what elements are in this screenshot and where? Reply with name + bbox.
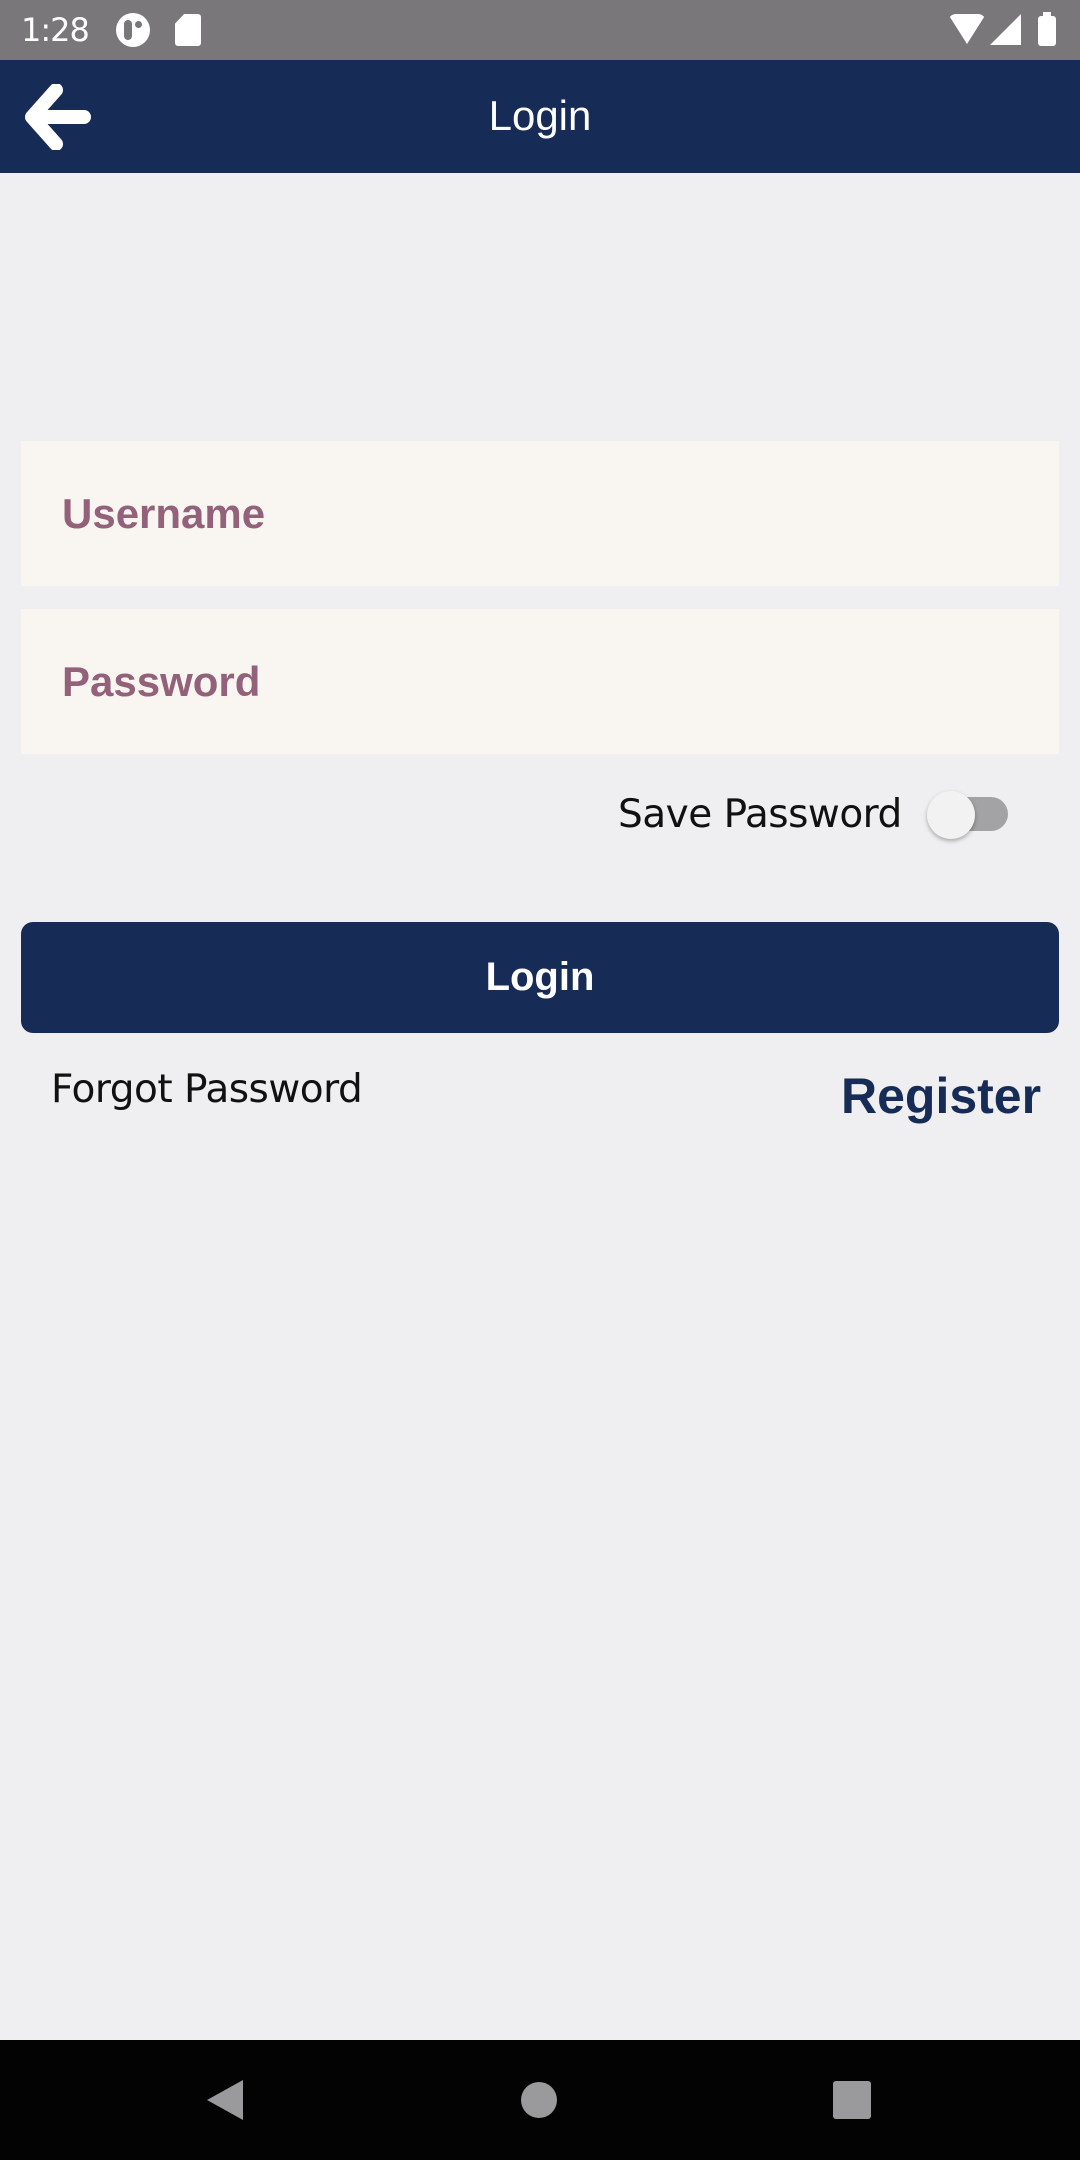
system-nav-bar <box>0 2040 1080 2160</box>
app-bar: Login <box>0 60 1080 173</box>
wifi-icon <box>948 14 986 44</box>
forgot-password-link[interactable]: Forgot Password <box>51 1066 363 1114</box>
username-field[interactable] <box>21 441 1059 586</box>
page-title: Login <box>488 92 592 139</box>
app-notification-icon <box>116 13 150 47</box>
cell-signal-icon <box>990 14 1021 45</box>
password-input[interactable] <box>21 609 1059 754</box>
nav-back-icon[interactable] <box>207 2080 243 2120</box>
sd-card-icon <box>175 14 201 46</box>
nav-recents-icon[interactable] <box>833 2081 871 2119</box>
status-bar: 1:28 <box>0 0 1080 60</box>
status-time: 1:28 <box>21 11 90 49</box>
nav-home-icon[interactable] <box>521 2082 557 2118</box>
toggle-thumb <box>927 791 975 839</box>
username-input[interactable] <box>21 441 1059 586</box>
password-field[interactable] <box>21 609 1059 754</box>
save-password-label: Save Password <box>618 792 902 837</box>
login-button[interactable]: Login <box>21 922 1059 1033</box>
register-link[interactable]: Register <box>841 1068 1041 1124</box>
save-password-toggle[interactable] <box>922 788 1014 844</box>
battery-icon <box>1038 12 1056 46</box>
